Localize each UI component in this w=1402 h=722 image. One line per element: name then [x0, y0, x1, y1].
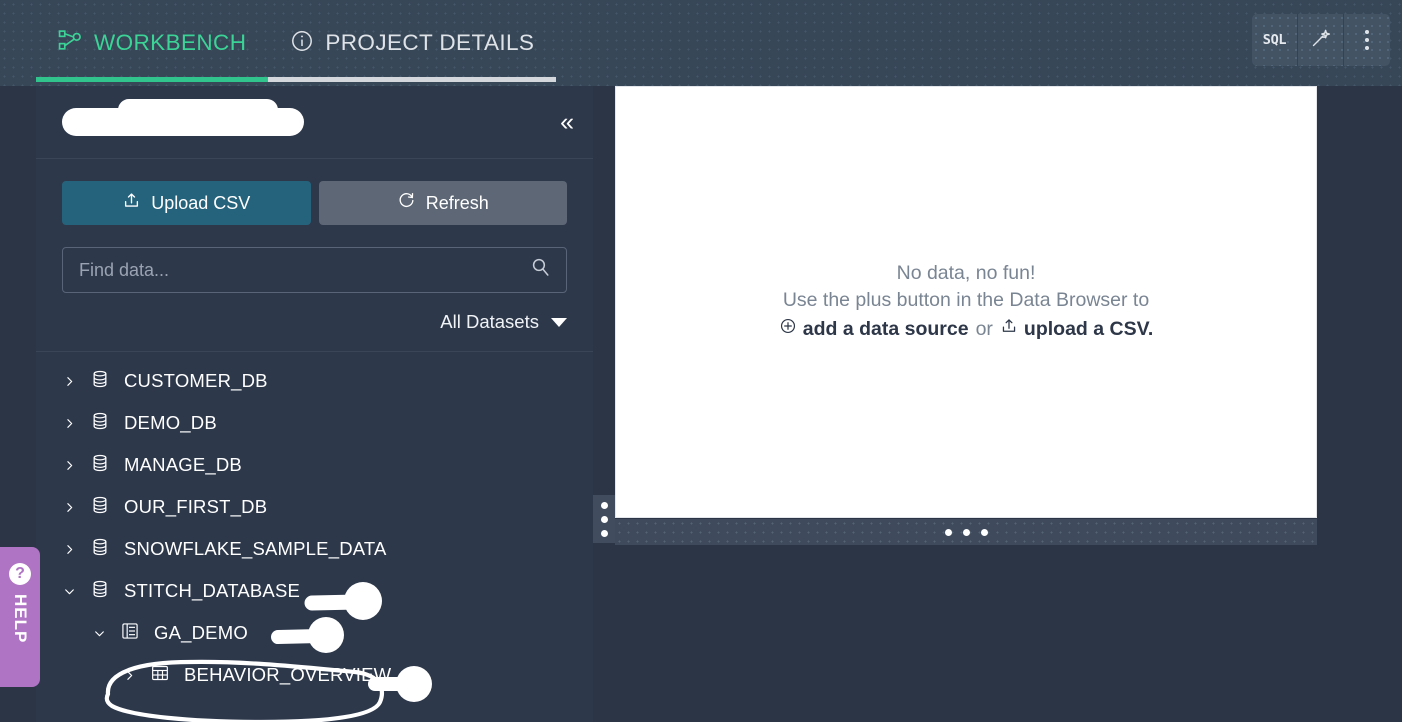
help-tab-label: HELP	[11, 594, 30, 644]
search-icon[interactable]	[529, 256, 552, 284]
upload-csv-link-label: upload a CSV.	[1023, 318, 1154, 340]
search-wrapper	[36, 225, 593, 293]
data-tree: CUSTOMER_DB DEMO_DB MANAGE_DB OUR_FIRST_…	[36, 352, 593, 696]
tree-item-ga-demo[interactable]: GA_DEMO	[36, 612, 593, 654]
tree-item-label: GA_DEMO	[154, 622, 248, 643]
drag-handle-dots-icon	[600, 515, 608, 523]
empty-state-line3: add a data source or upload a CSV.	[779, 314, 1153, 344]
upload-icon	[122, 191, 141, 215]
magic-wand-icon	[1309, 26, 1333, 55]
add-data-source-label: add a data source	[802, 318, 969, 340]
table-icon	[150, 663, 170, 688]
tab-project-details-underline	[268, 77, 557, 82]
database-icon	[90, 495, 110, 520]
chevron-down-icon[interactable]	[92, 627, 106, 640]
question-mark-icon: ?	[9, 563, 31, 585]
tab-workbench-underline	[36, 77, 269, 82]
magic-wand-button[interactable]	[1298, 14, 1344, 66]
tree-item-demo-db[interactable]: DEMO_DB	[36, 402, 593, 444]
plus-circle-icon	[779, 314, 797, 344]
chevron-down-icon[interactable]	[62, 585, 76, 598]
sidebar-header: «	[36, 86, 593, 159]
lower-results-pane	[615, 545, 1317, 722]
tree-item-customer-db[interactable]: CUSTOMER_DB	[36, 360, 593, 402]
chevron-down-icon	[551, 317, 567, 327]
tab-project-details[interactable]: PROJECT DETAILS	[268, 0, 557, 86]
tab-workbench[interactable]: WORKBENCH	[36, 0, 269, 86]
drag-handle-dots-icon	[600, 529, 608, 537]
help-tab[interactable]: ? HELP	[0, 547, 40, 687]
upload-icon	[1000, 314, 1018, 344]
drag-handle-dots-icon	[962, 528, 970, 536]
horizontal-splitter-handle[interactable]	[615, 519, 1317, 545]
kebab-menu-icon	[1365, 30, 1369, 50]
vertical-splitter-handle[interactable]	[593, 495, 615, 543]
dataset-filter-label: All Datasets	[440, 311, 539, 332]
empty-state-line2: Use the plus button in the Data Browser …	[782, 289, 1150, 311]
tree-item-our-first-db[interactable]: OUR_FIRST_DB	[36, 486, 593, 528]
database-icon	[90, 369, 110, 394]
empty-state-message: No data, no fun! Use the plus button in …	[779, 260, 1153, 344]
drag-handle-dots-icon	[600, 501, 608, 509]
chevron-right-icon[interactable]	[62, 417, 76, 430]
workflow-nodes-icon	[58, 28, 83, 58]
refresh-button[interactable]: Refresh	[318, 181, 567, 225]
top-right-actions: SQL	[1252, 14, 1390, 66]
tree-item-behavior-overview[interactable]: BEHAVIOR_OVERVIEW	[36, 654, 593, 696]
upload-csv-button[interactable]: Upload CSV	[62, 181, 311, 225]
double-chevron-left-icon[interactable]: «	[560, 109, 574, 135]
dataset-filter-dropdown[interactable]: All Datasets	[36, 293, 593, 333]
tab-workbench-label: WORKBENCH	[94, 30, 247, 55]
app-root: WORKBENCH PROJECT DETAILS SQL « Upload C…	[0, 0, 1402, 722]
database-icon	[90, 579, 110, 604]
main-tabs: WORKBENCH PROJECT DETAILS	[36, 0, 557, 86]
top-bar: WORKBENCH PROJECT DETAILS SQL	[0, 0, 1402, 86]
chevron-right-icon[interactable]	[62, 375, 76, 388]
tree-item-label: DEMO_DB	[124, 412, 217, 433]
info-circle-icon	[290, 29, 314, 58]
empty-state-line1: No data, no fun!	[896, 262, 1036, 284]
upload-csv-link[interactable]: upload a CSV.	[1000, 314, 1153, 344]
drag-handle-dots-icon	[944, 528, 952, 536]
database-icon	[90, 411, 110, 436]
tree-item-label: BEHAVIOR_OVERVIEW	[184, 664, 392, 685]
tree-item-stitch-database[interactable]: STITCH_DATABASE	[36, 570, 593, 612]
workbench-canvas: No data, no fun! Use the plus button in …	[615, 86, 1317, 518]
sql-button[interactable]: SQL	[1252, 14, 1298, 66]
empty-state-or-label: or	[975, 318, 993, 340]
data-browser-sidebar: « Upload CSV Refresh Find data... All Da…	[36, 86, 593, 722]
tree-item-label: MANAGE_DB	[124, 454, 242, 475]
tree-item-manage-db[interactable]: MANAGE_DB	[36, 444, 593, 486]
search-input[interactable]	[79, 259, 521, 281]
sidebar-action-buttons: Upload CSV Refresh	[36, 159, 593, 225]
chevron-right-icon[interactable]	[122, 669, 136, 682]
tab-project-details-label: PROJECT DETAILS	[325, 30, 535, 55]
tree-item-snowflake-sample-data[interactable]: SNOWFLAKE_SAMPLE_DATA	[36, 528, 593, 570]
kebab-menu-button[interactable]	[1344, 14, 1390, 66]
chevron-right-icon[interactable]	[62, 459, 76, 472]
chevron-right-icon[interactable]	[62, 543, 76, 556]
sql-label: SQL	[1262, 32, 1287, 48]
tree-item-label: OUR_FIRST_DB	[124, 496, 268, 517]
database-icon	[90, 453, 110, 478]
add-data-source-link[interactable]: add a data source	[779, 314, 969, 344]
tree-item-label: SNOWFLAKE_SAMPLE_DATA	[124, 538, 387, 559]
tree-item-label: STITCH_DATABASE	[124, 580, 301, 601]
refresh-label: Refresh	[425, 192, 489, 213]
database-icon	[90, 537, 110, 562]
upload-csv-label: Upload CSV	[151, 192, 251, 213]
chevron-right-icon[interactable]	[62, 501, 76, 514]
project-title-redacted	[62, 99, 304, 136]
refresh-icon	[397, 191, 416, 215]
drag-handle-dots-icon	[980, 528, 988, 536]
search-box[interactable]	[62, 247, 567, 293]
tree-item-label: CUSTOMER_DB	[124, 370, 268, 391]
schema-icon	[120, 621, 140, 646]
